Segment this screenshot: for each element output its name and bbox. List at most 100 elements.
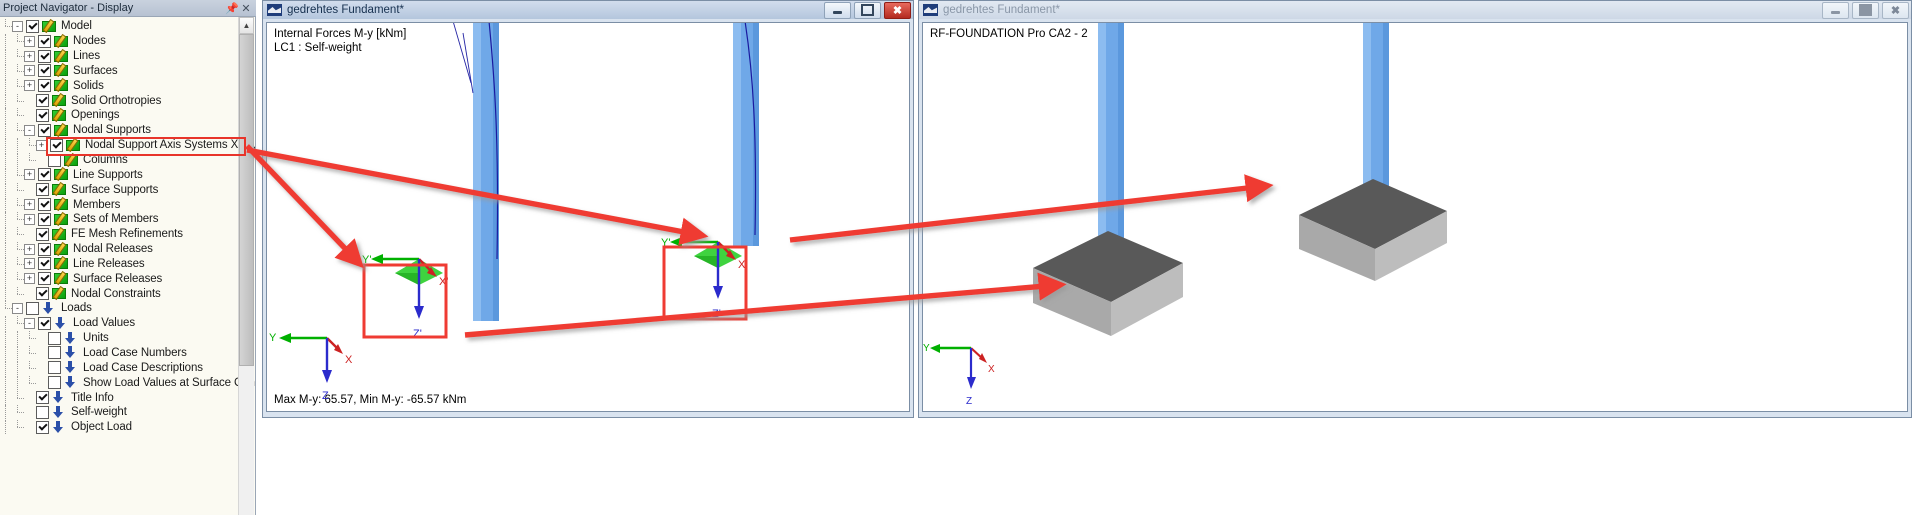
tree-checkbox[interactable]	[38, 123, 51, 137]
tree-item-label: Columns	[83, 154, 128, 167]
tree-expander[interactable]: -	[12, 20, 23, 32]
foundation-block-right	[1299, 179, 1447, 281]
tree-checkbox[interactable]	[38, 198, 51, 212]
tree-checkbox[interactable]	[48, 361, 61, 375]
tree-item-surface-releases[interactable]: + Surface Releases	[0, 271, 240, 286]
model-object-icon	[53, 64, 68, 77]
tree-checkbox[interactable]	[38, 49, 51, 63]
tree-expander[interactable]: +	[24, 169, 35, 181]
tree-item-surface-supports[interactable]: Surface Supports	[0, 182, 240, 197]
tree-item-load-values[interactable]: - Load Values	[0, 316, 240, 331]
tree-expander[interactable]: +	[24, 273, 35, 285]
tree-checkbox[interactable]	[36, 227, 49, 241]
close-icon[interactable]: ✖	[884, 1, 911, 19]
tree-checkbox[interactable]	[26, 301, 39, 315]
tree-checkbox[interactable]	[38, 272, 51, 286]
scrollbar-thumb[interactable]	[239, 34, 254, 366]
tree-item-loads[interactable]: - Loads	[0, 301, 240, 316]
tree-item-nodal-supports[interactable]: - Nodal Supports	[0, 123, 240, 138]
tree-checkbox[interactable]	[38, 34, 51, 48]
tree-expander[interactable]: +	[24, 213, 35, 225]
viewport-left[interactable]: Internal Forces M-y [kNm] LC1 : Self-wei…	[266, 22, 910, 412]
tree-expander[interactable]: +	[24, 258, 35, 270]
model-window-right[interactable]: gedrehtes Fundament* ✖ RF-FOUNDATION Pro…	[918, 0, 1912, 418]
tree-expander[interactable]: -	[24, 317, 35, 329]
window-title-bar-left[interactable]: gedrehtes Fundament* ✖	[263, 1, 913, 19]
tree-checkbox[interactable]	[38, 242, 51, 256]
tree-item-object-load[interactable]: Object Load	[0, 420, 240, 435]
tree-item-show-load-values-at-surface-center[interactable]: Show Load Values at Surface Center	[0, 375, 255, 390]
tree-item-self-weight[interactable]: Self-weight	[0, 405, 240, 420]
tree-checkbox[interactable]	[38, 257, 51, 271]
tree-item-line-releases[interactable]: + Line Releases	[0, 256, 240, 272]
tree-item-label: Openings	[71, 109, 120, 122]
tree-expander[interactable]: +	[24, 35, 35, 47]
tree-guide	[0, 242, 12, 257]
tree-item-openings[interactable]: Openings	[0, 108, 240, 123]
tree-checkbox[interactable]	[36, 420, 49, 434]
tree-item-title-info[interactable]: Title Info	[0, 390, 240, 405]
tree-expander[interactable]: +	[24, 243, 35, 255]
viewport-right[interactable]: RF-FOUNDATION Pro CA2 - 2 Y X Z	[922, 22, 1908, 412]
navigator-title-bar: Project Navigator - Display 📌 ✕	[0, 0, 256, 17]
tree-item-units[interactable]: Units	[0, 331, 240, 346]
tree-guide	[12, 78, 24, 93]
tree-item-line-supports[interactable]: + Line Supports	[0, 167, 240, 182]
tree-checkbox[interactable]	[36, 405, 49, 419]
tree-guide	[0, 286, 12, 301]
tree-checkbox[interactable]	[26, 19, 39, 33]
tree-expander[interactable]: +	[36, 139, 47, 151]
tree-checkbox[interactable]	[36, 183, 49, 197]
tree-item-nodal-support-axis-systems-x-y-z[interactable]: + Nodal Support Axis Systems X',Y',Z'	[0, 138, 255, 153]
tree-item-load-case-descriptions[interactable]: Load Case Descriptions	[0, 360, 240, 375]
tree-item-members[interactable]: + Members	[0, 197, 240, 212]
tree-expander[interactable]: +	[24, 50, 35, 62]
tree-item-solid-orthotropies[interactable]: Solid Orthotropies	[0, 93, 240, 108]
tree-item-model[interactable]: - Model	[0, 19, 240, 34]
tree-checkbox[interactable]	[36, 391, 49, 405]
tree-item-nodes[interactable]: + Nodes	[0, 34, 240, 49]
tree-item-label: Solids	[73, 79, 104, 92]
tree-checkbox[interactable]	[38, 64, 51, 78]
tree-expander[interactable]: -	[24, 124, 35, 136]
tree-checkbox[interactable]	[38, 168, 51, 182]
tree-checkbox[interactable]	[38, 316, 51, 330]
tree-item-solids[interactable]: + Solids	[0, 78, 240, 93]
tree-checkbox[interactable]	[36, 108, 49, 122]
window-title-bar-right[interactable]: gedrehtes Fundament* ✖	[919, 1, 1911, 19]
tree-item-label: Nodal Supports	[73, 124, 151, 137]
tree-item-nodal-releases[interactable]: + Nodal Releases	[0, 242, 240, 257]
minimize-icon[interactable]	[1822, 1, 1849, 19]
tree-checkbox[interactable]	[48, 153, 61, 167]
tree-checkbox[interactable]	[48, 346, 61, 360]
tree-item-columns[interactable]: Columns	[0, 153, 240, 168]
close-icon[interactable]: ✕	[239, 1, 253, 15]
close-icon[interactable]: ✖	[1882, 1, 1909, 19]
tree-checkbox[interactable]	[36, 287, 49, 301]
model-window-left[interactable]: gedrehtes Fundament* ✖ Internal Forces M…	[262, 0, 914, 418]
tree-item-lines[interactable]: + Lines	[0, 49, 240, 64]
tree-item-fe-mesh-refinements[interactable]: FE Mesh Refinements	[0, 227, 240, 242]
tree-item-surfaces[interactable]: + Surfaces	[0, 63, 240, 79]
tree-expander[interactable]: -	[12, 302, 23, 314]
tree-checkbox[interactable]	[48, 376, 61, 390]
tree-expander[interactable]: +	[24, 199, 35, 211]
tree-checkbox[interactable]	[50, 138, 63, 152]
tree-expander[interactable]: +	[24, 80, 35, 92]
tree-checkbox[interactable]	[36, 94, 49, 108]
navigator-scrollbar[interactable]: ▲	[238, 17, 254, 515]
minimize-icon[interactable]	[824, 1, 851, 19]
chevron-up-icon[interactable]: ▲	[239, 17, 254, 34]
tree-checkbox[interactable]	[38, 212, 51, 226]
tree-item-sets-of-members[interactable]: + Sets of Members	[0, 212, 240, 227]
tree-item-nodal-constraints[interactable]: Nodal Constraints	[0, 286, 240, 301]
tree-checkbox[interactable]	[38, 79, 51, 93]
tree-item-load-case-numbers[interactable]: Load Case Numbers	[0, 345, 240, 361]
tree-checkbox[interactable]	[48, 331, 61, 345]
maximize-icon[interactable]	[1852, 1, 1879, 19]
tree-guide	[12, 153, 24, 168]
maximize-icon[interactable]	[854, 1, 881, 19]
tree-expander[interactable]: +	[24, 65, 35, 77]
tree-guide	[0, 227, 12, 242]
pin-icon[interactable]: 📌	[225, 1, 239, 15]
